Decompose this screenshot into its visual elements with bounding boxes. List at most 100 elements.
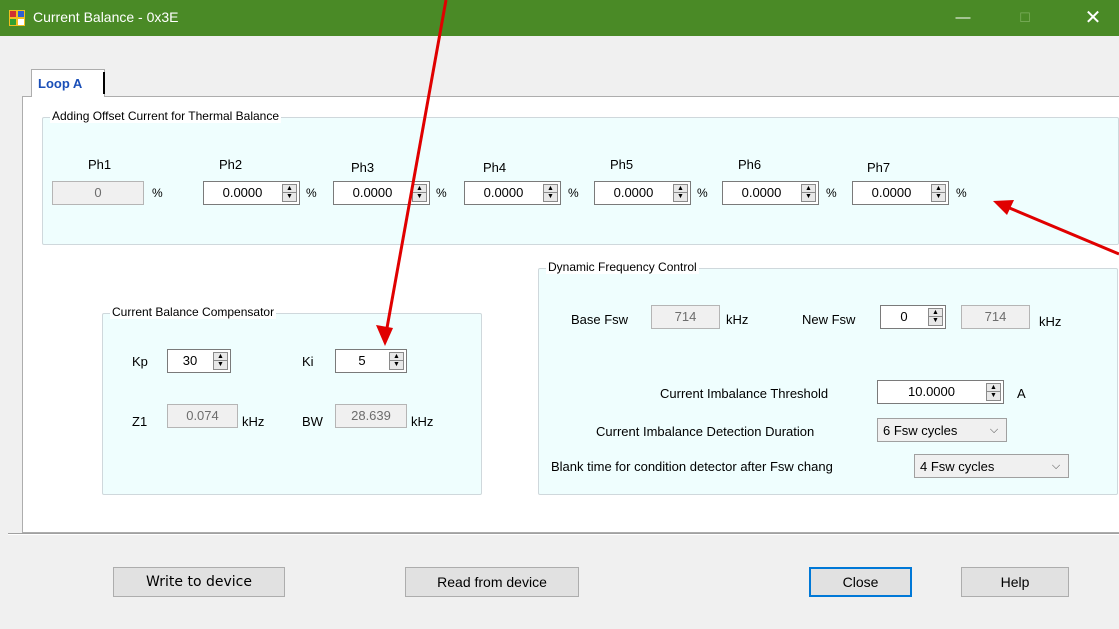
chevron-down-icon[interactable]: ⌵	[1048, 457, 1064, 475]
help-button[interactable]: Help	[961, 567, 1069, 597]
ph3-spinner[interactable]: 0.0000 ▲ ▼	[333, 181, 430, 205]
write-to-device-button[interactable]: Write to device	[113, 567, 285, 597]
ph5-unit: %	[697, 186, 708, 200]
bw-unit: kHz	[411, 414, 434, 429]
ph2-spin-buttons[interactable]: ▲ ▼	[282, 184, 297, 202]
ph3-label: Ph3	[351, 160, 375, 175]
spin-up-icon[interactable]: ▲	[802, 185, 815, 193]
footer-separator-highlight	[8, 534, 1119, 535]
minimize-button[interactable]: —	[940, 0, 986, 36]
bw-field: 28.639	[335, 404, 407, 428]
ph1-field: 0	[52, 181, 144, 205]
spin-up-icon[interactable]: ▲	[390, 353, 403, 361]
compensator-group: Current Balance Compensator	[102, 305, 482, 495]
bw-label: BW	[302, 414, 323, 429]
new-fsw-spinner[interactable]: 0 ▲ ▼	[880, 305, 946, 329]
ph4-spin-buttons[interactable]: ▲ ▼	[543, 184, 558, 202]
new-fsw-unit: kHz	[1039, 314, 1062, 329]
app-icon	[9, 10, 25, 26]
ph5-value[interactable]: 0.0000	[595, 182, 672, 204]
spin-up-icon[interactable]: ▲	[214, 353, 227, 361]
ph6-spin-buttons[interactable]: ▲ ▼	[801, 184, 816, 202]
dfc-legend: Dynamic Frequency Control	[546, 260, 699, 274]
ki-value[interactable]: 5	[336, 350, 388, 372]
ph4-label: Ph4	[483, 160, 507, 175]
kp-spin-buttons[interactable]: ▲ ▼	[213, 352, 228, 370]
ki-spinner[interactable]: 5 ▲ ▼	[335, 349, 407, 373]
tab-loop-a[interactable]: Loop A	[31, 69, 105, 97]
threshold-value[interactable]: 10.0000	[878, 381, 985, 403]
base-fsw-field: 714	[651, 305, 720, 329]
ph6-value[interactable]: 0.0000	[723, 182, 800, 204]
threshold-unit: A	[1017, 386, 1026, 401]
ki-spin-buttons[interactable]: ▲ ▼	[389, 352, 404, 370]
threshold-label: Current Imbalance Threshold	[660, 386, 829, 401]
close-window-button[interactable]: ✕	[1070, 0, 1116, 36]
ph5-spinner[interactable]: 0.0000 ▲ ▼	[594, 181, 691, 205]
z1-field: 0.074	[167, 404, 238, 428]
base-fsw-unit: kHz	[726, 312, 749, 327]
spin-down-icon[interactable]: ▼	[283, 193, 296, 201]
spin-down-icon[interactable]: ▼	[413, 193, 426, 201]
blank-time-select[interactable]: 4 Fsw cycles ⌵	[914, 454, 1069, 478]
duration-select[interactable]: 6 Fsw cycles ⌵	[877, 418, 1007, 442]
spin-down-icon[interactable]: ▼	[802, 193, 815, 201]
spin-up-icon[interactable]: ▲	[674, 185, 687, 193]
ph2-unit: %	[306, 186, 317, 200]
duration-selected: 6 Fsw cycles	[883, 423, 958, 438]
ph3-unit: %	[436, 186, 447, 200]
ph5-spin-buttons[interactable]: ▲ ▼	[673, 184, 688, 202]
chevron-down-icon[interactable]: ⌵	[986, 421, 1002, 439]
ph3-value[interactable]: 0.0000	[334, 182, 411, 204]
blank-time-selected: 4 Fsw cycles	[920, 459, 995, 474]
ph7-value[interactable]: 0.0000	[853, 182, 930, 204]
ph3-spin-buttons[interactable]: ▲ ▼	[412, 184, 427, 202]
kp-spinner[interactable]: 30 ▲ ▼	[167, 349, 231, 373]
close-button[interactable]: Close	[809, 567, 912, 597]
spin-up-icon[interactable]: ▲	[283, 185, 296, 193]
tab-separator	[103, 72, 105, 94]
spin-up-icon[interactable]: ▲	[413, 185, 426, 193]
spin-down-icon[interactable]: ▼	[932, 193, 945, 201]
maximize-button[interactable]: ☐	[1002, 0, 1048, 36]
spin-down-icon[interactable]: ▼	[987, 392, 1000, 400]
ph4-value[interactable]: 0.0000	[465, 182, 542, 204]
blank-time-label: Blank time for condition detector after …	[551, 459, 833, 474]
ph6-unit: %	[826, 186, 837, 200]
z1-label: Z1	[132, 414, 148, 429]
title-bar[interactable]: Current Balance - 0x3E — ☐ ✕	[0, 0, 1119, 36]
kp-value[interactable]: 30	[168, 350, 212, 372]
current-balance-window: Current Balance - 0x3E — ☐ ✕ Loop A Addi…	[0, 0, 1119, 629]
ph2-spinner[interactable]: 0.0000 ▲ ▼	[203, 181, 300, 205]
ph2-label: Ph2	[219, 157, 243, 172]
ph1-unit: %	[152, 186, 163, 200]
new-fsw-value[interactable]: 0	[881, 306, 927, 328]
spin-down-icon[interactable]: ▼	[544, 193, 557, 201]
ph4-spinner[interactable]: 0.0000 ▲ ▼	[464, 181, 561, 205]
threshold-spinner[interactable]: 10.0000 ▲ ▼	[877, 380, 1004, 404]
ph7-spinner[interactable]: 0.0000 ▲ ▼	[852, 181, 949, 205]
spin-up-icon[interactable]: ▲	[929, 309, 942, 317]
ph6-label: Ph6	[738, 157, 762, 172]
spin-down-icon[interactable]: ▼	[390, 361, 403, 369]
ph4-unit: %	[568, 186, 579, 200]
threshold-spin-buttons[interactable]: ▲ ▼	[986, 383, 1001, 401]
spin-up-icon[interactable]: ▲	[932, 185, 945, 193]
ph7-label: Ph7	[867, 160, 891, 175]
spin-down-icon[interactable]: ▼	[674, 193, 687, 201]
spin-down-icon[interactable]: ▼	[214, 361, 227, 369]
spin-up-icon[interactable]: ▲	[544, 185, 557, 193]
ph2-value[interactable]: 0.0000	[204, 182, 281, 204]
base-fsw-label: Base Fsw	[571, 312, 629, 327]
ph7-unit: %	[956, 186, 967, 200]
spin-down-icon[interactable]: ▼	[929, 317, 942, 325]
compensator-legend: Current Balance Compensator	[110, 305, 277, 319]
ph6-spinner[interactable]: 0.0000 ▲ ▼	[722, 181, 819, 205]
ph7-spin-buttons[interactable]: ▲ ▼	[931, 184, 946, 202]
spin-up-icon[interactable]: ▲	[987, 384, 1000, 392]
new-fsw-spin-buttons[interactable]: ▲ ▼	[928, 308, 943, 326]
z1-unit: kHz	[242, 414, 265, 429]
tab-underline	[32, 95, 104, 97]
kp-label: Kp	[132, 354, 148, 369]
read-from-device-button[interactable]: Read from device	[405, 567, 579, 597]
